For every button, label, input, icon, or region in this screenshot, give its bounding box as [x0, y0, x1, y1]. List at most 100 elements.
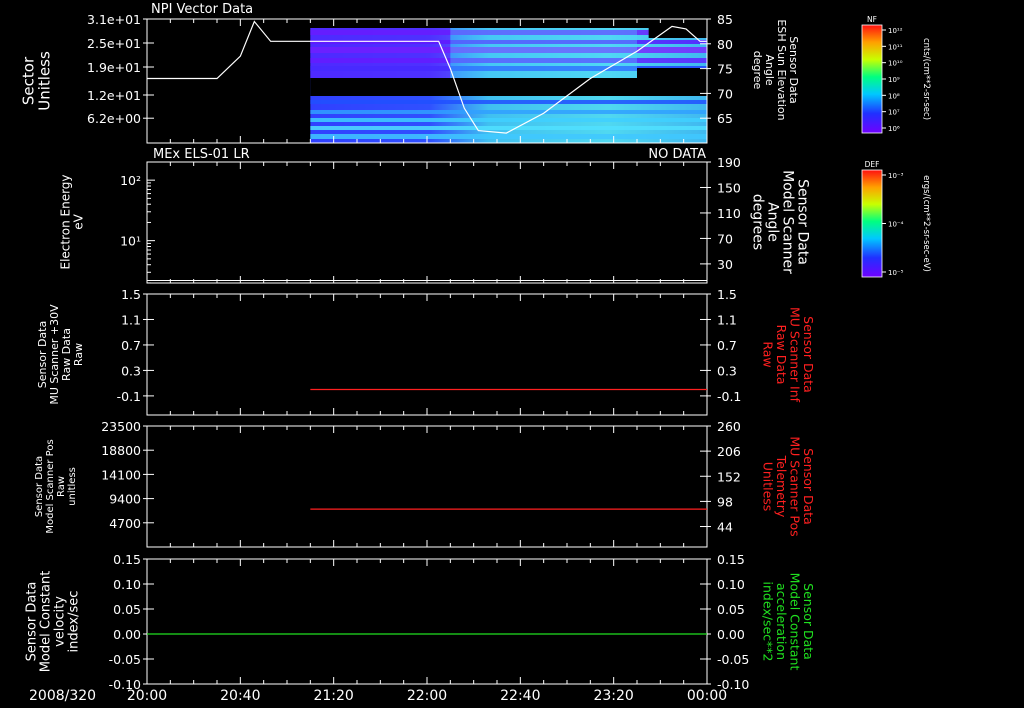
npi-left-label-line: Unitless: [35, 51, 53, 111]
panel-2-right-axis-tick-label: 1.1: [717, 312, 737, 327]
colorbar-tick-label: 10⁻⁵: [888, 269, 904, 277]
panel-2-left-axis-tick-label: 1.1: [121, 312, 141, 327]
heatmap-zone: [450, 28, 637, 78]
panel-4-right-axis-tick-label: 0.05: [717, 602, 745, 617]
colorbar-NF-title: NF: [867, 15, 877, 24]
colorbar-tick-label: 10⁶: [888, 125, 900, 133]
panel-1-frame: [146, 161, 708, 284]
panel-2-left-axis-tick-label: 0.3: [121, 363, 141, 378]
heatmap-band: [310, 118, 707, 122]
npi-right-axis-tick-label: 75: [717, 62, 733, 77]
colorbar-tick-label: 10⁷: [888, 109, 900, 117]
time-tick-label: 22:00: [407, 688, 447, 704]
scanner-angle-axis-tick-label: 190: [717, 155, 741, 170]
colorbar-DEF: [861, 169, 883, 278]
time-tick-label: 22:40: [500, 688, 540, 704]
scanner-angle-right-label-line: Sensor Data: [795, 179, 811, 265]
panel-4-frame: [146, 558, 708, 685]
colorbar-tick-label: 10¹²: [888, 27, 903, 35]
panel-4-left-axis-tick-label: 0.00: [113, 627, 141, 642]
npi-left-axis-tick-label: 1.9e+01: [87, 60, 141, 75]
panel-3-right-axis-tick-label: 98: [717, 494, 733, 509]
energy-tick-label: 10¹: [120, 234, 141, 249]
panel-4-left-label-line: velocity: [53, 596, 68, 647]
npi-left-label: SectorUnitless: [19, 51, 53, 111]
npi-right-axis-tick-label: 80: [717, 37, 733, 52]
npi-right-axis-tick-label: 85: [717, 12, 733, 27]
time-tick-label: 20:00: [127, 688, 167, 704]
panel-2-right-axis-tick-label: -0.1: [717, 389, 741, 404]
panel-3-right-label-line: Unitless: [760, 462, 775, 512]
panel-3-right-axis-tick-label: 206: [717, 444, 741, 459]
panel-2-right-label: Sensor DataMU Scanner InfRaw DataRaw: [760, 307, 816, 403]
scanner-angle-right-label-line: degrees: [750, 194, 766, 250]
panel-3-right-axis-tick-label: 260: [717, 419, 741, 434]
npi-left-axis-tick-label: 1.2e+01: [87, 88, 141, 103]
heatmap-band: [310, 110, 707, 114]
heatmap-band: [310, 134, 707, 139]
heatmap-zone: [310, 28, 451, 78]
npi-left-axis-tick-label: 6.2e+00: [87, 111, 141, 126]
scanner-angle-axis-tick-label: 70: [717, 231, 733, 246]
time-tick-label: 00:00: [687, 688, 727, 704]
panel-4-left-axis-tick-label: 0.15: [113, 552, 141, 567]
panel-2-left-label-line: Raw: [72, 343, 85, 366]
panel-4-left-axis-tick-label: 0.10: [113, 577, 141, 592]
npi-right-axis-tick-label: 65: [717, 111, 733, 126]
panel-2-left-axis-tick-label: 1.5: [121, 287, 141, 302]
plot-canvas: 3.1e+01 2.5e+01 1.9e+01 1.2e+01 6.2e+00 85 80 7…: [19, 2, 931, 704]
scanner-angle-axis-tick-label: 30: [717, 257, 733, 272]
panel-4-right-axis-tick-label: 0.10: [717, 577, 745, 592]
panel-2-frame: [146, 293, 708, 416]
panel-4-left-label-line: Sensor Data: [25, 582, 40, 662]
heatmap-gap: [310, 78, 707, 96]
panel-3-left-label-line: Model Scanner Pos: [45, 439, 56, 533]
panel-3-left-axis-tick-label: 9400: [109, 492, 141, 507]
panel-4-left-label: Sensor Data Model Constant velocity index/s…: [25, 571, 82, 673]
colorbar-tick-label: 10⁸: [888, 92, 900, 100]
colorbar-DEF-unit-line: ergs/(cm**2-sr-sec-eV): [921, 175, 931, 272]
panel-4-right-axis-tick-label: 0.00: [717, 627, 745, 642]
panel-3-right-label: Sensor DataMU Scanner PosTelemetryUnitle…: [760, 436, 816, 536]
panel-4-left-label-line: index/sec: [67, 591, 82, 653]
panel-3-left-label: Sensor Data Model Scanner Pos Raw unitless: [34, 439, 78, 533]
panel-3-left-axis-tick-label: 23500: [101, 419, 141, 434]
panel-4-right-axis-tick-label: 0.15: [717, 552, 745, 567]
colorbar-NF-unit-line: cnts/(cm**2-sr-sec): [921, 38, 931, 120]
npi-left-axis-tick-label: 2.5e+01: [87, 36, 141, 51]
panel-3-left-axis-tick-label: 14100: [101, 467, 141, 482]
colorbar-tick-label: 10¹⁰: [888, 60, 903, 68]
npi-right-label: Sensor DataESH Sun ElevationAngledegree: [751, 19, 800, 120]
panel-3-frame: [146, 425, 708, 548]
panel-2-left-label: Sensor Data MU Scanner +30V Raw Data Raw: [36, 304, 85, 405]
panel-3-left-label-line: Sensor Data: [34, 456, 45, 517]
colorbar-tick-label: 10¹¹: [888, 43, 903, 51]
scanner-angle-right-label-line: Model Scanner: [780, 170, 796, 274]
panel-4-right-label-line: index/sec**2: [760, 582, 775, 662]
panel-2-left-axis-tick-label: -0.1: [117, 389, 141, 404]
npi-right-label-line: degree: [751, 51, 764, 90]
panel-4-left-label-line: Model Constant: [39, 571, 54, 673]
colorbar-tick-label: 10⁻⁴: [888, 221, 904, 229]
panel-3-right-axis-tick-label: 152: [717, 469, 741, 484]
panel-0-title: NPI Vector Data: [151, 2, 253, 17]
colorbar-DEF-unit: ergs/(cm**2-sr-sec-eV): [921, 175, 931, 272]
energy-left-label: Electron Energy eV: [59, 174, 86, 269]
heatmap-band: [310, 126, 707, 130]
panel-1-title: MEx ELS-01 LR: [153, 147, 250, 162]
scanner-angle-right-label: Sensor DataModel ScannerAngledegrees: [750, 170, 811, 274]
panel-2-left-axis-tick-label: 0.7: [121, 338, 141, 353]
time-tick-label: 21:20: [313, 688, 353, 704]
heatmap-dark: [637, 68, 707, 78]
scanner-angle-axis-tick-label: 150: [717, 180, 741, 195]
panel-3-left-label-line: Raw: [56, 476, 67, 497]
panel-2-right-axis-tick-label: 0.7: [717, 338, 737, 353]
colorbar-NF-unit: cnts/(cm**2-sr-sec): [921, 38, 931, 120]
colorbar-tick-label: 10⁻³: [888, 172, 904, 180]
heatmap-band: [310, 100, 707, 104]
no-data-label: NO DATA: [648, 147, 706, 162]
energy-left-label-line: eV: [72, 213, 86, 229]
colorbar-DEF-title: DEF: [865, 160, 880, 169]
scanner-angle-axis-tick-label: 110: [717, 206, 741, 221]
panel-3-left-axis-tick-label: 4700: [109, 516, 141, 531]
